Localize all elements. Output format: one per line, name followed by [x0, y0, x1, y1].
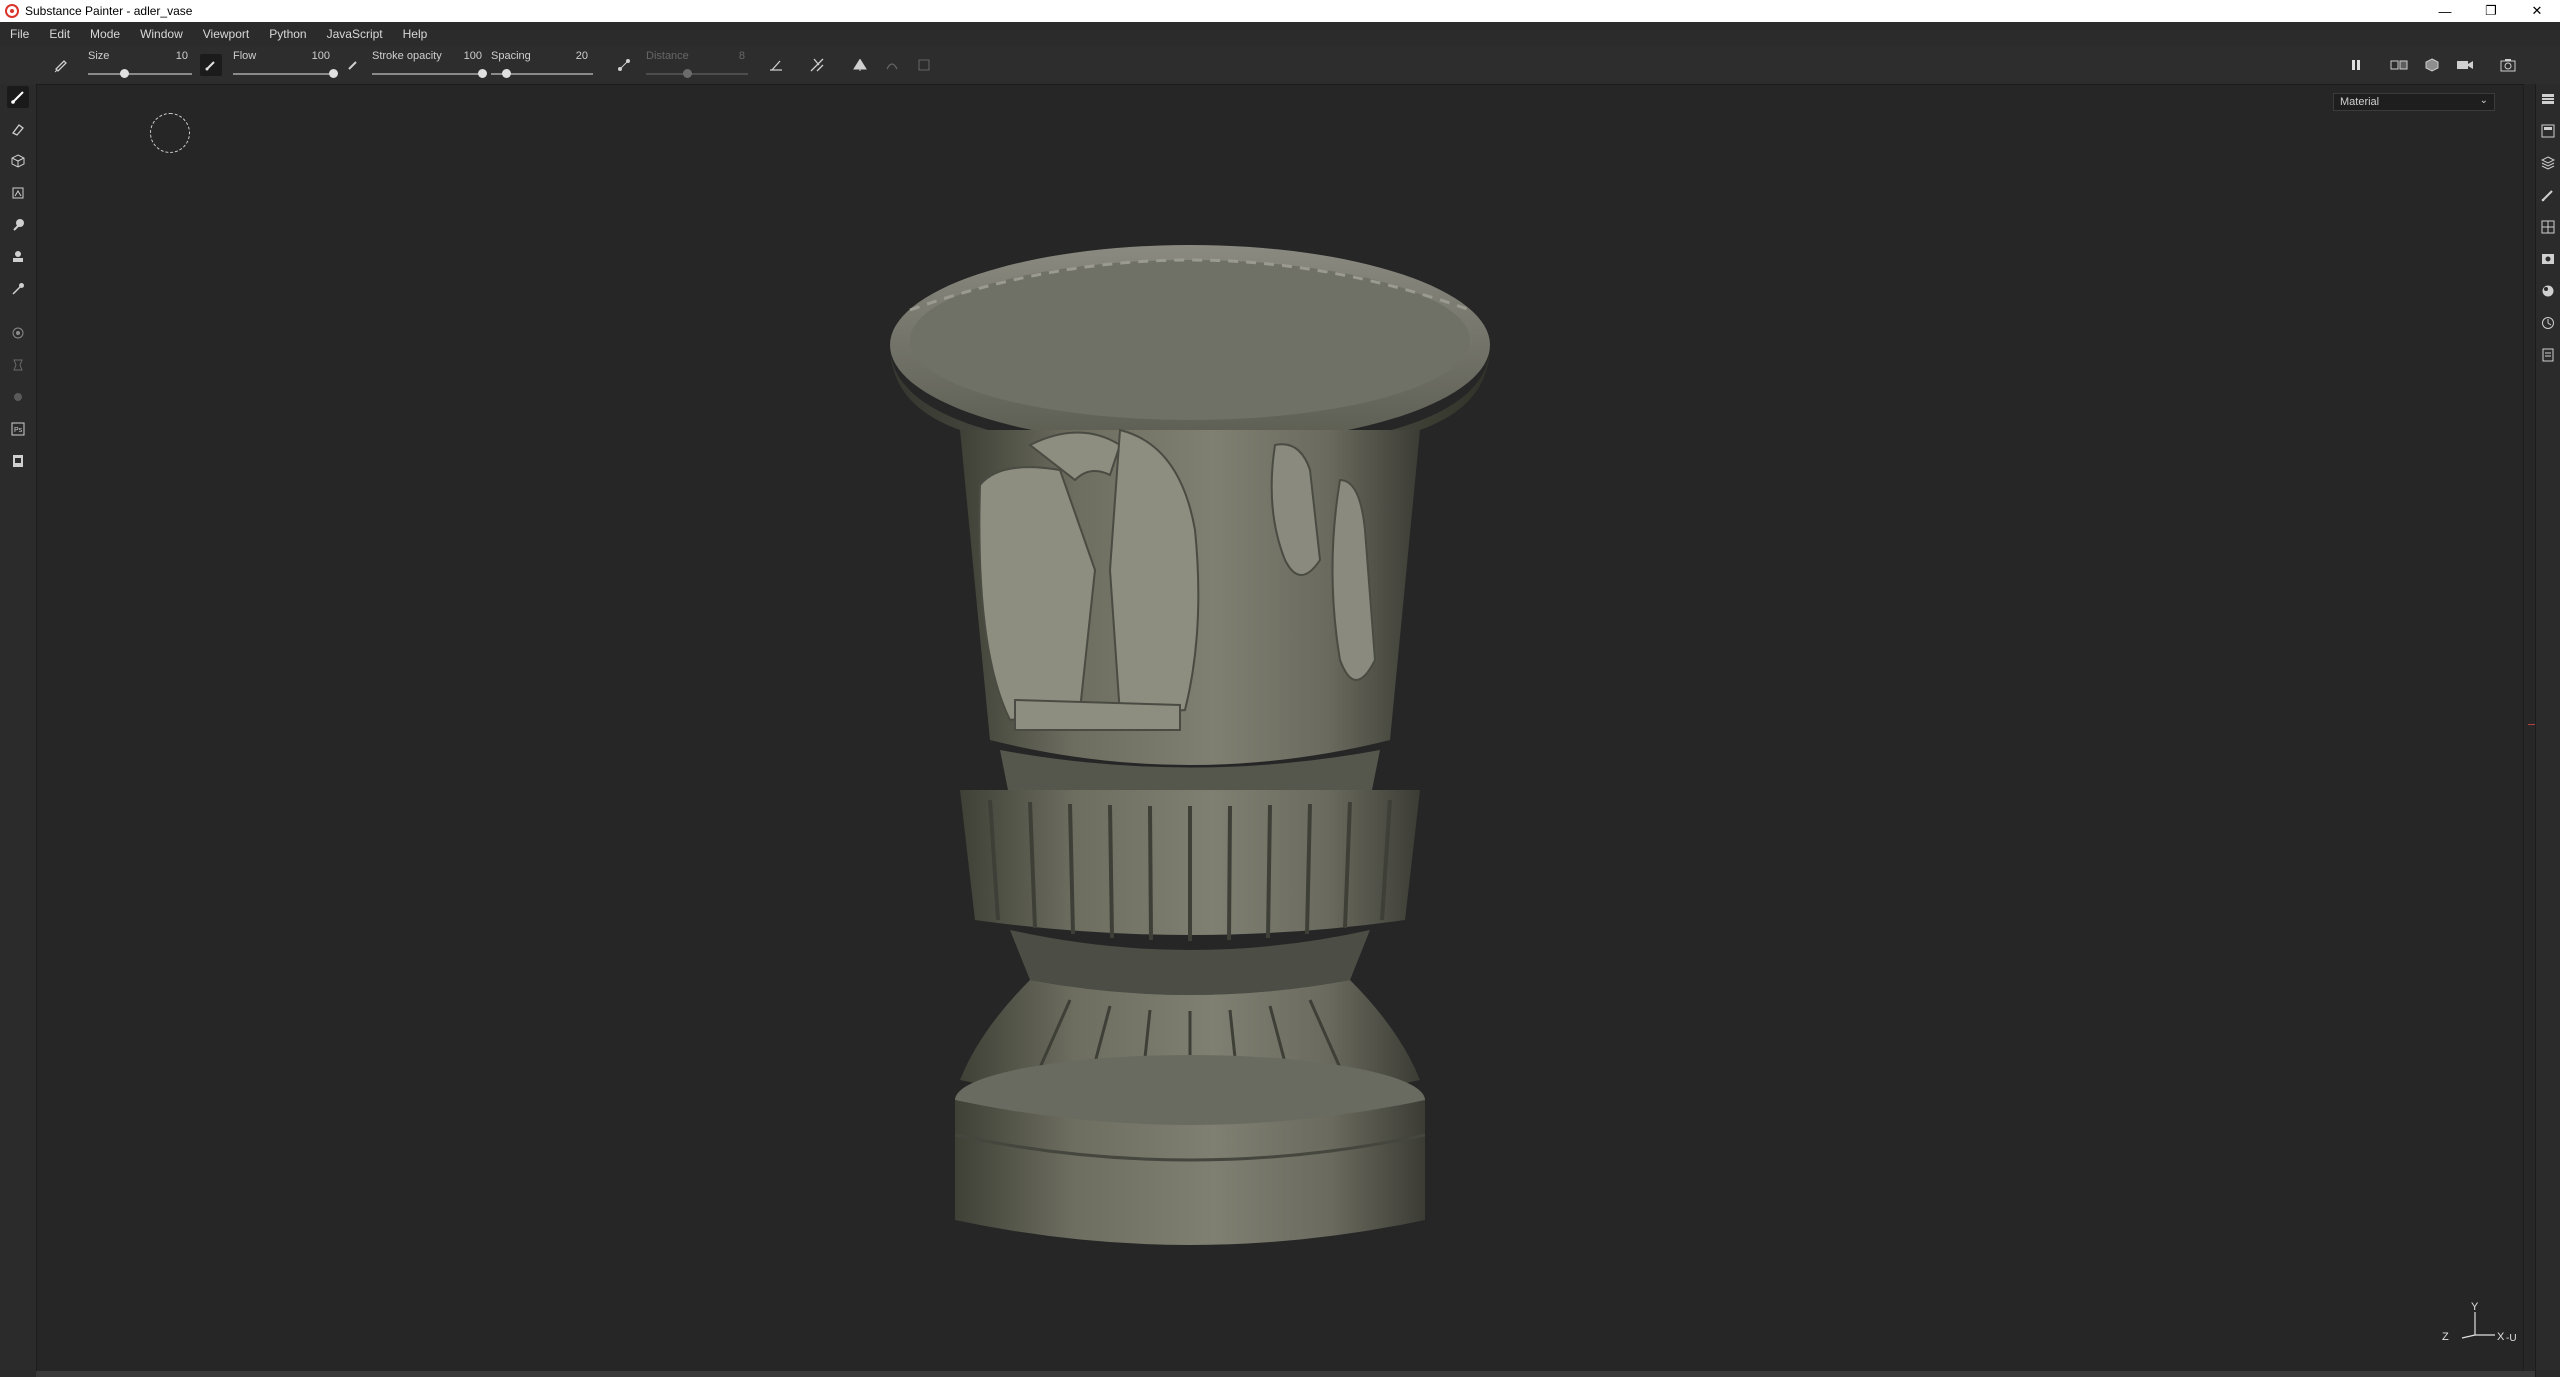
menu-python[interactable]: Python	[259, 22, 316, 46]
title-bar: Substance Painter - adler_vase — ❐ ✕	[0, 0, 2560, 22]
size-thumb[interactable]	[120, 69, 130, 78]
stroke-opacity-value[interactable]: 100	[452, 50, 482, 62]
channel-dropdown[interactable]: Material ⌄	[2333, 93, 2495, 111]
flow-thumb[interactable]	[329, 69, 338, 78]
chevron-down-icon: ⌄	[2479, 95, 2488, 106]
pause-render-icon[interactable]	[2345, 54, 2367, 76]
menu-javascript[interactable]: JavaScript	[317, 22, 393, 46]
view-mode-icon[interactable]	[2388, 54, 2410, 76]
menu-file[interactable]: File	[0, 22, 39, 46]
shader-settings-icon[interactable]	[2539, 282, 2557, 300]
properties-icon[interactable]	[2539, 186, 2557, 204]
close-button[interactable]: ✕	[2514, 0, 2560, 22]
viewer-settings-icon[interactable]	[2539, 250, 2557, 268]
channel-dropdown-value: Material	[2340, 96, 2380, 108]
substance-painter-logo-icon	[5, 4, 19, 18]
smudge-icon[interactable]	[7, 214, 29, 236]
spacing-value[interactable]: 20	[558, 50, 588, 62]
texture-set-list-icon[interactable]	[2539, 90, 2557, 108]
brush-cursor	[150, 113, 190, 153]
screenshot-icon[interactable]	[2497, 54, 2519, 76]
resource-icon[interactable]	[7, 450, 29, 472]
history-icon[interactable]	[2539, 314, 2557, 332]
size-value[interactable]: 10	[158, 50, 188, 62]
clone-icon[interactable]	[7, 246, 29, 268]
texture-set-settings-icon[interactable]	[2539, 122, 2557, 140]
menu-viewport[interactable]: Viewport	[193, 22, 259, 46]
fill-icon[interactable]	[7, 354, 29, 376]
layers-icon[interactable]	[2539, 154, 2557, 172]
distance-label: Distance	[646, 50, 689, 62]
size-pressure-toggle-icon[interactable]	[200, 54, 222, 76]
paint-brush-icon[interactable]	[7, 86, 29, 108]
menu-edit[interactable]: Edit	[39, 22, 80, 46]
line-angle-icon[interactable]	[765, 54, 787, 76]
symmetry-settings-icon	[913, 54, 935, 76]
flow-label: Flow	[233, 50, 257, 62]
display-settings-icon[interactable]	[2539, 218, 2557, 236]
svg-text:Ps: Ps	[14, 427, 23, 434]
axis-gizmo: Y Z X -U	[2442, 1301, 2517, 1344]
axis-u-label: -U	[2506, 1333, 2517, 1344]
axis-x-label: X	[2497, 1331, 2505, 1343]
menu-mode[interactable]: Mode	[80, 22, 130, 46]
left-toolbar: Ps	[0, 84, 37, 1377]
stroke-opacity-thumb[interactable]	[478, 69, 487, 78]
right-toolbar	[2535, 84, 2560, 1377]
minimize-button[interactable]: —	[2422, 0, 2468, 22]
symmetry-icon[interactable]	[849, 54, 871, 76]
size-label: Size	[88, 50, 110, 62]
flow-pressure-toggle-icon[interactable]	[342, 54, 364, 76]
window-controls: — ❐ ✕	[2422, 0, 2560, 22]
menu-bar: File Edit Mode Window Viewport Python Ja…	[0, 22, 2560, 46]
flow-value[interactable]: 100	[300, 50, 330, 62]
stroke-opacity-track[interactable]	[372, 73, 482, 75]
tool-properties-bar: Size 10 Flow 100 Stroke opacity 100 Spac…	[0, 46, 2560, 85]
distance-value: 8	[738, 50, 745, 62]
lazy-mouse-icon[interactable]	[613, 54, 635, 76]
bottom-status-strip	[36, 1371, 2536, 1377]
size-track[interactable]	[88, 73, 192, 75]
spacing-thumb[interactable]	[502, 69, 512, 78]
bake-icon[interactable]	[7, 322, 29, 344]
vase-model[interactable]	[880, 230, 1500, 1260]
log-icon[interactable]	[2539, 346, 2557, 364]
axis-y-label: Y	[2471, 1301, 2479, 1313]
projection-icon[interactable]	[7, 150, 29, 172]
spacing-label: Spacing	[491, 50, 531, 62]
mask-icon[interactable]	[7, 386, 29, 408]
stroke-opacity-label: Stroke opacity	[372, 50, 442, 62]
2d-3d-view-icon[interactable]	[2421, 54, 2443, 76]
alignment-icon[interactable]	[806, 54, 828, 76]
menu-window[interactable]: Window	[130, 22, 193, 46]
symmetry-mirror-icon	[881, 54, 903, 76]
color-picker-icon[interactable]	[7, 278, 29, 300]
distance-track	[646, 73, 748, 75]
axis-z-label: Z	[2442, 1331, 2449, 1343]
camera-icon[interactable]	[2454, 54, 2476, 76]
photoshop-export-icon[interactable]: Ps	[7, 418, 29, 440]
restore-button[interactable]: ❐	[2468, 0, 2514, 22]
window-title: Substance Painter - adler_vase	[25, 4, 193, 18]
brush-preset-icon[interactable]	[50, 54, 72, 76]
flow-track[interactable]	[233, 73, 333, 75]
geometry-decal-icon[interactable]	[7, 182, 29, 204]
eraser-icon[interactable]	[7, 118, 29, 140]
menu-help[interactable]: Help	[393, 22, 438, 46]
distance-thumb	[682, 69, 692, 78]
